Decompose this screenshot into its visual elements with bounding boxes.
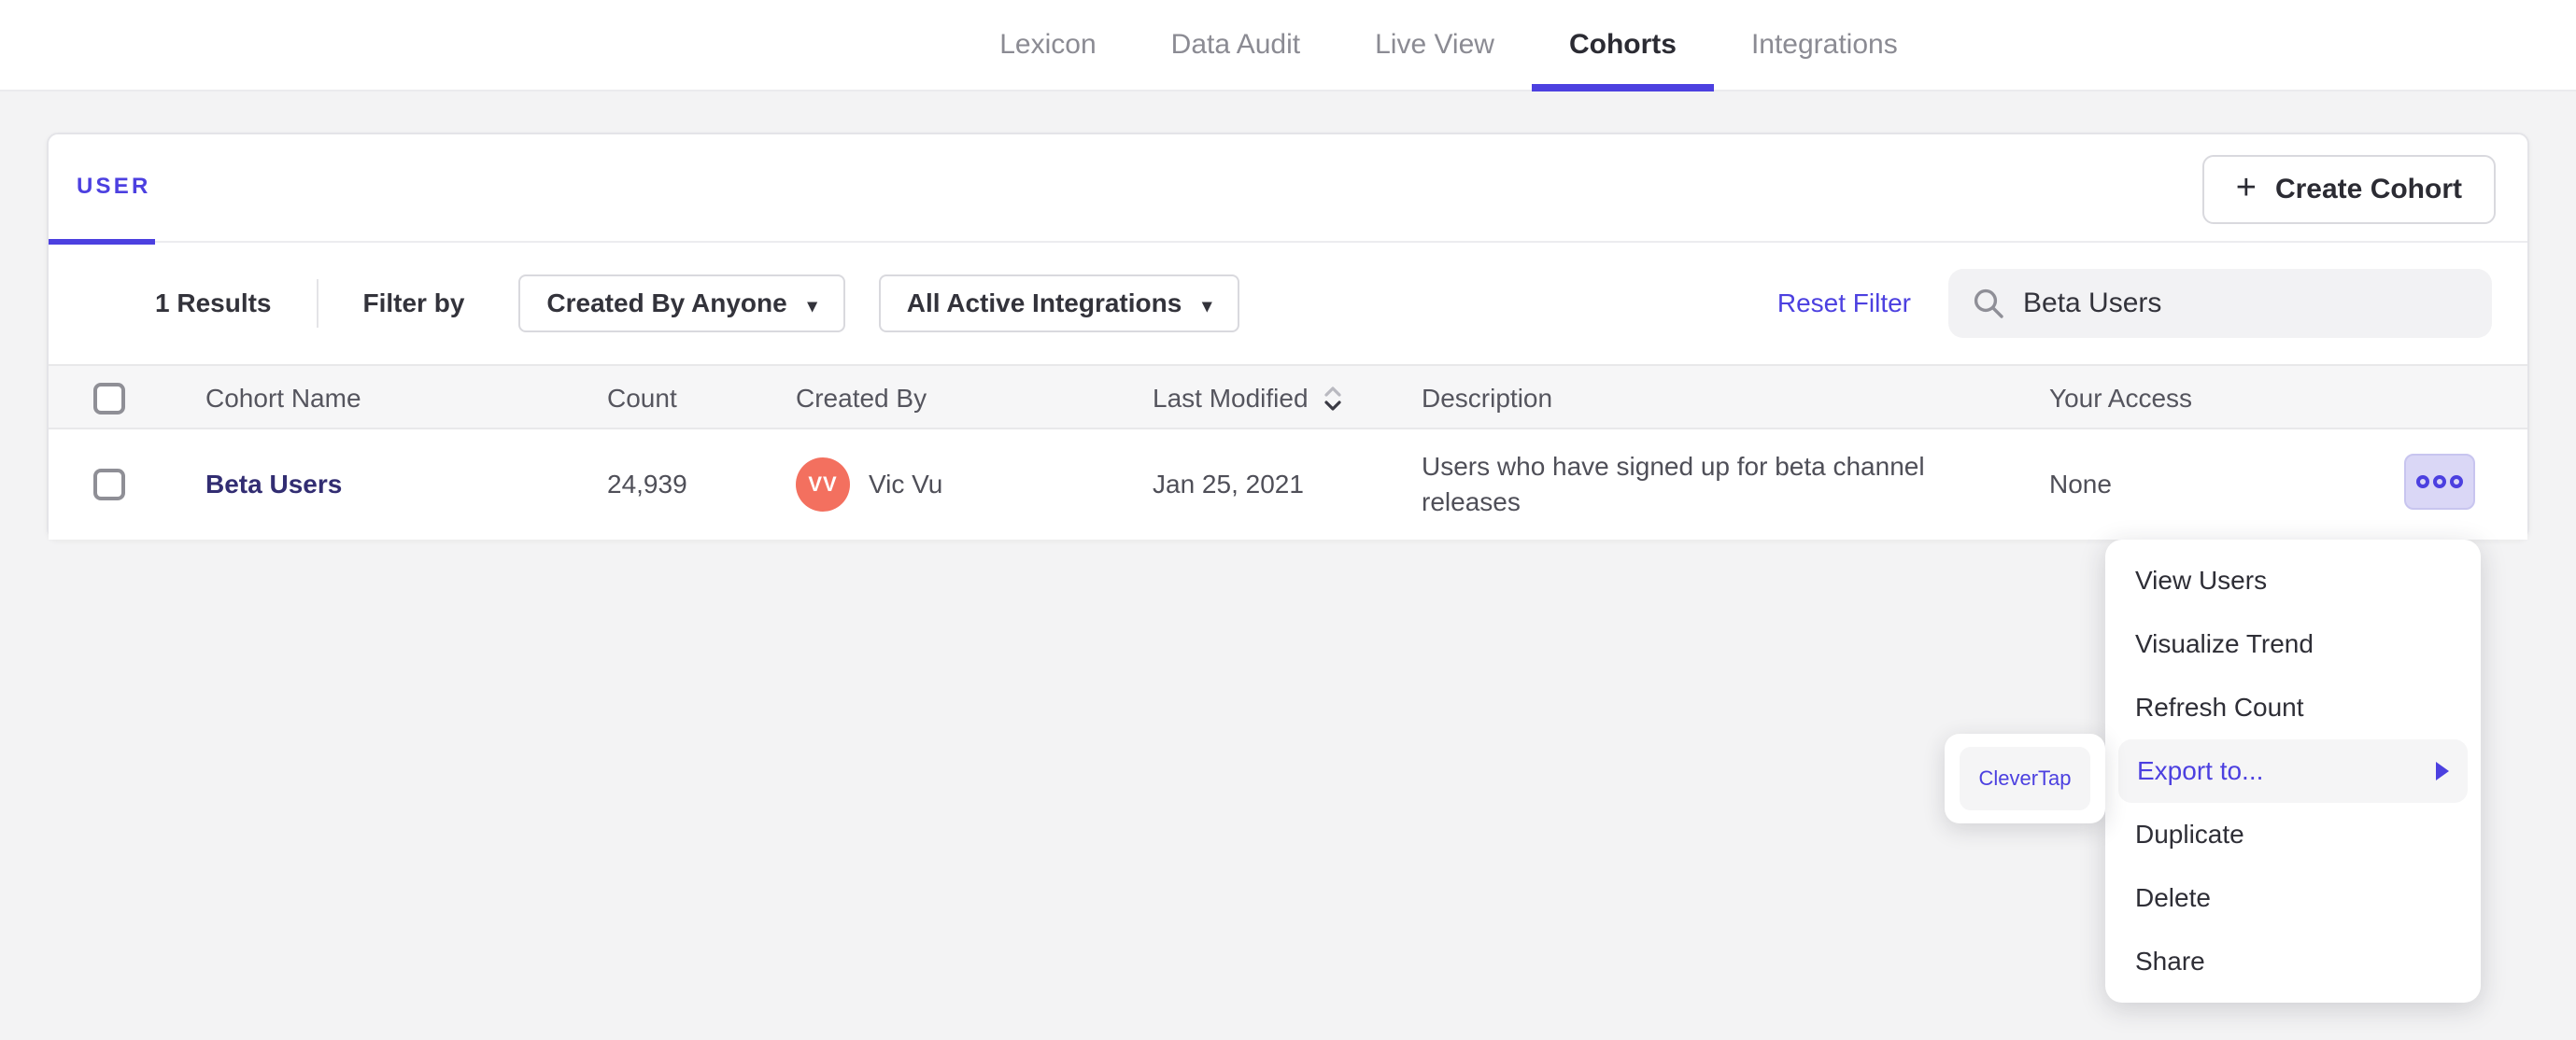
column-header-your-access: Your Access	[2049, 384, 2193, 413]
menu-item-refresh-count[interactable]: Refresh Count	[2105, 676, 2481, 739]
integrations-dropdown[interactable]: All Active Integrations ▾	[878, 274, 1240, 332]
integrations-dropdown-label: All Active Integrations	[906, 288, 1182, 317]
nav-tab-cohorts[interactable]: Cohorts	[1531, 0, 1714, 91]
last-modified-cell: Jan 25, 2021	[1153, 470, 1304, 499]
search-input[interactable]: Beta Users	[1948, 269, 2492, 338]
table-header: Cohort Name Count Created By Last Modifi…	[49, 364, 2527, 429]
column-header-last-modified[interactable]: Last Modified	[1153, 366, 1344, 431]
nav-tab-data-audit[interactable]: Data Audit	[1134, 0, 1338, 90]
cohort-count: 24,939	[607, 470, 687, 499]
description-cell: Users who have signed up for beta channe…	[1422, 452, 1925, 516]
reset-filter-link[interactable]: Reset Filter	[1777, 288, 1911, 318]
table-row: Beta Users 24,939 VV Vic Vu Jan 25, 2021…	[49, 429, 2527, 540]
divider	[316, 279, 318, 328]
menu-item-visualize-trend[interactable]: Visualize Trend	[2105, 612, 2481, 676]
creator-name: Vic Vu	[869, 470, 943, 499]
menu-item-duplicate[interactable]: Duplicate	[2105, 803, 2481, 866]
cohort-name-link[interactable]: Beta Users	[205, 470, 342, 499]
select-all-checkbox[interactable]	[93, 383, 125, 415]
filter-bar: 1 Results Filter by Created By Anyone ▾ …	[49, 243, 2527, 364]
kebab-menu-button[interactable]	[2404, 454, 2475, 510]
search-value: Beta Users	[2023, 288, 2162, 318]
chevron-down-icon: ▾	[807, 295, 817, 316]
avatar: VV	[796, 457, 850, 512]
submenu-item-clevertap[interactable]: CleverTap	[1960, 747, 2090, 810]
submenu-arrow-icon	[2436, 762, 2449, 780]
menu-item-view-users[interactable]: View Users	[2105, 549, 2481, 612]
kebab-menu-icon	[2416, 475, 2429, 488]
create-cohort-button[interactable]: + Create Cohort	[2201, 155, 2496, 224]
export-submenu: CleverTap	[1945, 734, 2105, 823]
create-cohort-label: Create Cohort	[2274, 174, 2462, 204]
your-access-cell: None	[2049, 470, 2112, 499]
cohorts-page: Lexicon Data Audit Live View Cohorts Int…	[0, 0, 2576, 1040]
row-checkbox[interactable]	[93, 469, 125, 500]
search-icon	[1974, 288, 2003, 318]
nav-tab-lexicon[interactable]: Lexicon	[962, 0, 1133, 90]
column-header-cohort-name[interactable]: Cohort Name	[205, 366, 361, 431]
sort-chevrons-icon[interactable]	[1322, 385, 1344, 413]
menu-item-export-to[interactable]: Export to...	[2118, 739, 2468, 803]
nav-tab-integrations[interactable]: Integrations	[1714, 0, 1935, 90]
column-header-description: Description	[1422, 384, 1553, 413]
top-navigation-bar: Lexicon Data Audit Live View Cohorts Int…	[0, 0, 2576, 91]
created-by-cell: VV Vic Vu	[796, 429, 942, 540]
created-by-dropdown-label: Created By Anyone	[546, 288, 787, 317]
nav-tab-live-view[interactable]: Live View	[1338, 0, 1532, 90]
created-by-dropdown[interactable]: Created By Anyone ▾	[518, 274, 845, 332]
column-header-created-by[interactable]: Created By	[796, 366, 927, 431]
filter-by-label: Filter by	[362, 288, 465, 317]
main-nav: Lexicon Data Audit Live View Cohorts Int…	[161, 0, 2576, 91]
card-header: USER + Create Cohort	[49, 134, 2527, 245]
cohorts-card: USER + Create Cohort 1 Results Filter by…	[47, 133, 2529, 540]
plus-icon: +	[2235, 168, 2257, 207]
results-count: 1 Results	[155, 288, 272, 317]
row-actions-menu: View Users Visualize Trend Refresh Count…	[2105, 540, 2481, 1003]
menu-item-delete[interactable]: Delete	[2105, 866, 2481, 930]
chevron-down-icon: ▾	[1202, 295, 1212, 316]
column-header-count[interactable]: Count	[607, 366, 677, 431]
menu-item-share[interactable]: Share	[2105, 930, 2481, 993]
tab-user[interactable]: USER	[77, 174, 150, 200]
